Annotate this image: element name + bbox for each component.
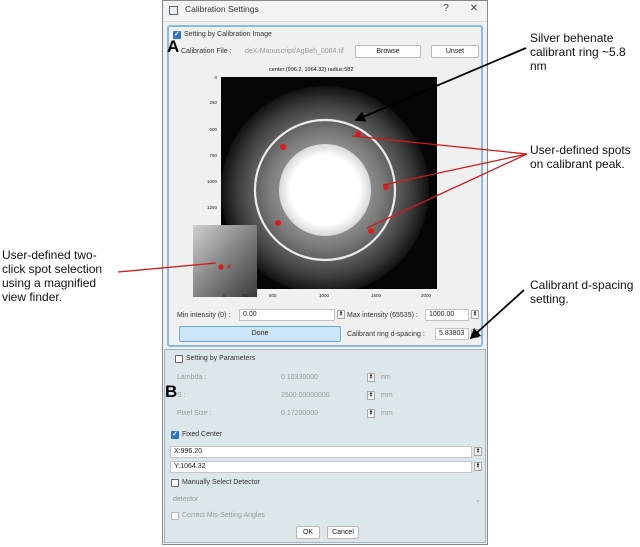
- arrow-spot: [382, 153, 528, 186]
- annotation-two-click: User-defined two-click spot selection us…: [2, 248, 103, 304]
- annotation-silver-behenate: Silver behenate calibrant ring ~5.8 nm: [530, 31, 626, 73]
- arrow-dspacing: [469, 289, 525, 340]
- arrow-silver-ring: [354, 47, 527, 122]
- arrow-two-click: [117, 262, 217, 273]
- annotation-user-spots: User-defined spots on calibrant peak.: [530, 143, 631, 171]
- arrow-spot: [351, 135, 528, 155]
- annotation-dspacing: Calibrant d-spacing setting.: [530, 278, 634, 306]
- arrow-spot: [366, 153, 528, 229]
